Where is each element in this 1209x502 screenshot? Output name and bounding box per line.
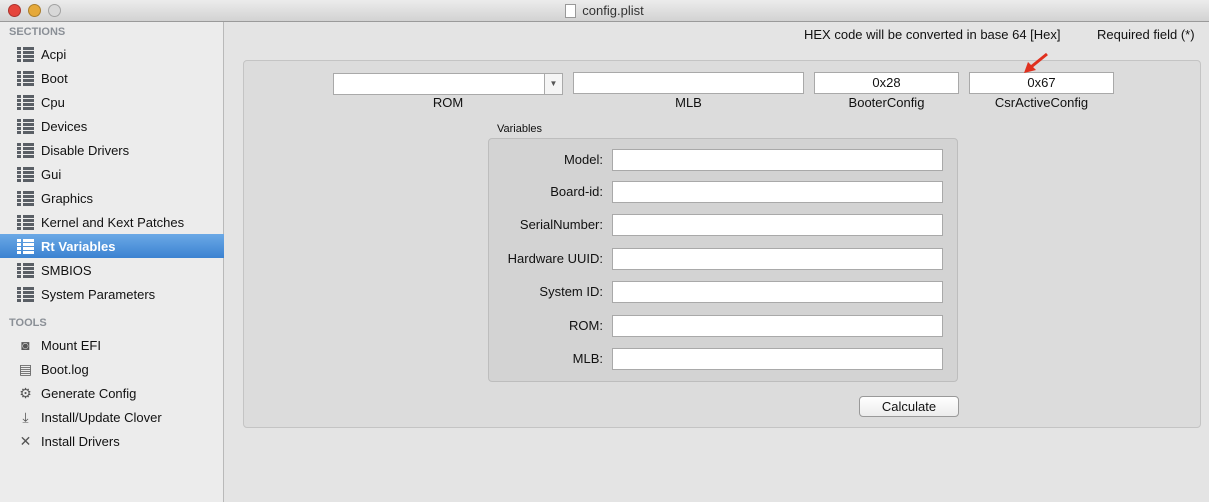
sidebar-item-devices[interactable]: Devices	[0, 114, 224, 138]
list-icon	[17, 94, 34, 110]
tool-item-label: Install Drivers	[41, 433, 120, 449]
list-icon	[17, 118, 34, 134]
tools-header: TOOLS	[9, 317, 47, 329]
tool-item-label: Mount EFI	[41, 337, 101, 353]
variable-label: Hardware UUID:	[507, 251, 603, 266]
calculate-button[interactable]: Calculate	[859, 396, 959, 417]
sidebar-item-label: SMBIOS	[41, 262, 92, 278]
booter-config-label: BooterConfig	[848, 95, 925, 110]
sidebar: SECTIONS TOOLS Acpi Boot Cpu Devices Disable…	[0, 22, 224, 502]
list-icon	[17, 46, 34, 62]
gear-icon: ⚙	[19, 384, 32, 401]
hex-note: HEX code will be converted in base 64 [H…	[804, 27, 1061, 42]
list-icon	[17, 190, 34, 206]
tool-item-label: Boot.log	[41, 361, 89, 377]
rt-variables-group: ▼ ROM MLB 0x28 BooterConfig 0x67 CsrActi…	[243, 60, 1201, 428]
sidebar-item-label: Disable Drivers	[41, 142, 130, 158]
sidebar-item-boot[interactable]: Boot	[0, 66, 224, 90]
variable-input-mlb[interactable]	[612, 348, 943, 370]
annotation-arrow-icon	[1024, 52, 1048, 73]
list-icon	[17, 214, 34, 230]
tool-item-mount-efi[interactable]: ◙ Mount EFI	[0, 333, 224, 357]
variable-input-rom[interactable]	[612, 315, 943, 337]
sidebar-item-rt-variables[interactable]: Rt Variables	[0, 234, 224, 258]
list-icon	[17, 238, 34, 254]
rom-label: ROM	[432, 95, 464, 110]
tool-item-label: Install/Update Clover	[41, 409, 162, 425]
tool-item-install-update-clover[interactable]: ⤓ Install/Update Clover	[0, 405, 224, 429]
sidebar-item-disable-drivers[interactable]: Disable Drivers	[0, 138, 224, 162]
sidebar-item-graphics[interactable]: Graphics	[0, 186, 224, 210]
sidebar-item-label: Rt Variables	[41, 238, 116, 254]
rom-combo[interactable]: ▼	[333, 73, 563, 95]
list-icon	[17, 262, 34, 278]
minimize-button[interactable]	[28, 4, 41, 17]
variable-label: Model:	[563, 152, 603, 167]
sidebar-item-system-parameters[interactable]: System Parameters	[0, 282, 224, 306]
tool-item-boot-log[interactable]: ▤ Boot.log	[0, 357, 224, 381]
sidebar-item-label: Boot	[41, 70, 68, 86]
list-icon	[17, 142, 34, 158]
variable-input-serialnumber[interactable]	[612, 214, 943, 236]
sidebar-item-label: Acpi	[41, 46, 67, 62]
variable-label: MLB:	[572, 351, 603, 366]
variable-input-hardware-uuid[interactable]	[612, 248, 943, 270]
sidebar-item-label: Graphics	[41, 190, 94, 206]
download-icon: ⤓	[22, 408, 29, 425]
tool-item-label: Generate Config	[41, 385, 137, 401]
sections-header: SECTIONS	[9, 26, 66, 38]
sidebar-item-acpi[interactable]: Acpi	[0, 42, 224, 66]
main-panel: HEX code will be converted in base 64 [H…	[225, 22, 1209, 502]
csr-active-config-label: CsrActiveConfig	[994, 95, 1089, 110]
sidebar-item-kernel-and-kext-patches[interactable]: Kernel and Kext Patches	[0, 210, 224, 234]
variable-input-model[interactable]	[612, 149, 943, 171]
mlb-label: MLB	[675, 95, 702, 110]
sidebar-item-label: Devices	[41, 118, 88, 134]
close-button[interactable]	[8, 4, 21, 17]
variables-box: Model: Board-id: SerialNumber: Hardware UUI…	[488, 138, 958, 382]
variable-input-board-id[interactable]	[612, 181, 943, 203]
variable-label: Board-id:	[550, 184, 603, 199]
zoom-button[interactable]	[48, 4, 61, 17]
variable-label: SerialNumber:	[519, 217, 603, 232]
list-icon	[17, 286, 34, 302]
sidebar-item-label: Cpu	[41, 94, 65, 110]
list-icon	[17, 70, 34, 86]
variable-label: System ID:	[539, 284, 603, 299]
mlb-input[interactable]	[573, 72, 804, 94]
required-note: Required field (*)	[1097, 27, 1195, 42]
disk-icon: ◙	[21, 337, 30, 353]
variable-label: ROM:	[569, 318, 603, 333]
variables-title: Variables	[497, 123, 543, 135]
wrench-icon: ✕	[19, 432, 32, 449]
booter-config-input[interactable]: 0x28	[814, 72, 959, 94]
sidebar-item-label: System Parameters	[41, 286, 156, 302]
tool-item-generate-config[interactable]: ⚙ Generate Config	[0, 381, 224, 405]
sidebar-item-gui[interactable]: Gui	[0, 162, 224, 186]
log-icon: ▤	[18, 360, 33, 377]
sidebar-item-label: Kernel and Kext Patches	[41, 214, 185, 230]
list-icon	[17, 166, 34, 182]
window-title: config.plist	[582, 3, 644, 18]
tool-item-install-drivers[interactable]: ✕ Install Drivers	[0, 429, 224, 453]
title-bar: config.plist	[0, 0, 1209, 22]
sidebar-item-label: Gui	[41, 166, 62, 182]
sidebar-item-smbios[interactable]: SMBIOS	[0, 258, 224, 282]
chevron-down-icon[interactable]: ▼	[544, 74, 562, 94]
sidebar-item-cpu[interactable]: Cpu	[0, 90, 224, 114]
variable-input-system-id[interactable]	[612, 281, 943, 303]
document-icon	[565, 4, 577, 18]
